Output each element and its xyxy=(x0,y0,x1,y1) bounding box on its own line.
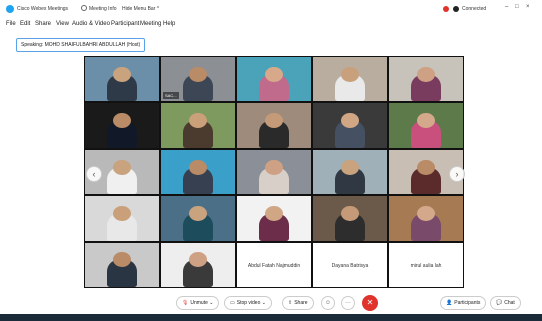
speaking-indicator: Speaking: MOHD SHAIFULBAHRI ABDULLAH (Ho… xyxy=(16,38,146,52)
participant-tile-no-video[interactable]: mirul aulia lah xyxy=(389,242,463,287)
participant-face xyxy=(265,113,283,129)
person-icon: 👤 xyxy=(446,300,453,306)
video-grid: SAC... Abdul Fatah Najmuddin Dayana Batris… xyxy=(84,56,464,288)
participant-video-tile[interactable] xyxy=(237,57,311,102)
close-icon: ✕ xyxy=(366,298,374,307)
microphone-muted-icon: 🎙 xyxy=(182,300,189,306)
share-icon: ⇧ xyxy=(288,300,293,306)
participant-video-tile[interactable] xyxy=(85,103,159,148)
participant-face xyxy=(113,205,131,222)
participant-video-tile[interactable] xyxy=(389,196,463,241)
participant-face xyxy=(189,159,207,175)
chat-button[interactable]: 💬 Chat xyxy=(490,296,521,310)
chat-icon: 💬 xyxy=(496,300,503,306)
participant-face xyxy=(417,66,435,82)
info-icon[interactable] xyxy=(81,5,87,11)
app-title: Cisco Webex Meetings xyxy=(17,6,69,12)
record-icon xyxy=(443,6,449,12)
participant-face xyxy=(265,159,283,175)
participant-video-tile[interactable] xyxy=(161,103,235,148)
participant-face xyxy=(113,159,131,175)
previous-page-button[interactable]: ‹ xyxy=(86,166,102,182)
menu-audio-video[interactable]: Audio & Video xyxy=(72,21,110,27)
participant-face xyxy=(265,205,283,222)
unmute-label: Unmute xyxy=(190,300,208,306)
menu-participant[interactable]: Participant xyxy=(111,21,139,27)
participant-face xyxy=(341,205,359,222)
more-options-button[interactable]: ··· xyxy=(341,296,355,310)
participant-face xyxy=(341,159,359,175)
menu-help[interactable]: Help xyxy=(163,21,175,27)
meeting-info-button[interactable]: Meeting Info xyxy=(89,6,117,12)
participant-name: Dayana Batrisya xyxy=(331,262,369,269)
hide-menu-bar-button[interactable]: Hide Menu Bar ^ xyxy=(122,6,159,12)
connection-status: Connected xyxy=(462,6,487,12)
title-bar: Cisco Webex Meetings Meeting Info Hide M… xyxy=(0,0,542,18)
participant-face xyxy=(113,113,131,129)
participant-video-tile[interactable] xyxy=(161,242,235,287)
participant-face xyxy=(189,205,207,222)
end-meeting-button[interactable]: ✕ xyxy=(362,295,378,311)
participant-video-tile[interactable] xyxy=(85,57,159,102)
meeting-controls: 🎙 Unmute ⌄ ▭ Stop video ⌄ ⇧ Share ☺ ··· ✕ 👤… xyxy=(0,292,542,314)
participants-label: Participants xyxy=(454,300,481,306)
participant-face xyxy=(189,66,207,82)
close-button[interactable]: × xyxy=(526,4,530,10)
share-label: Share xyxy=(294,300,308,306)
next-page-button[interactable]: › xyxy=(449,166,465,182)
menu-view[interactable]: View xyxy=(56,21,69,27)
participant-name: mirul aulia lah xyxy=(410,262,442,269)
more-icon: ··· xyxy=(345,300,351,306)
unmute-button[interactable]: 🎙 Unmute ⌄ xyxy=(176,296,220,310)
participant-video-tile[interactable] xyxy=(313,57,387,102)
participant-face xyxy=(341,66,359,82)
stop-video-label: Stop video xyxy=(236,300,261,306)
participant-face xyxy=(189,113,207,129)
participant-video-tile[interactable] xyxy=(237,196,311,241)
participant-video-tile[interactable]: SAC... xyxy=(161,57,235,102)
participant-face xyxy=(341,113,359,129)
share-button[interactable]: ⇧ Share xyxy=(282,296,314,310)
camera-icon: ▭ xyxy=(230,300,235,306)
maximize-button[interactable]: □ xyxy=(515,4,519,10)
participant-face xyxy=(417,205,435,222)
minimize-button[interactable]: – xyxy=(505,4,508,10)
participant-video-tile[interactable] xyxy=(313,149,387,195)
menu-edit[interactable]: Edit xyxy=(20,21,30,27)
menu-share[interactable]: Share xyxy=(35,21,51,27)
participant-video-tile[interactable] xyxy=(313,196,387,241)
participant-video-tile[interactable] xyxy=(389,57,463,102)
menu-bar: File Edit Share View Audio & Video Parti… xyxy=(0,18,542,32)
participant-tile-no-video[interactable]: Abdul Fatah Najmuddin xyxy=(237,242,311,287)
participant-video-tile[interactable] xyxy=(313,103,387,148)
stop-video-button[interactable]: ▭ Stop video ⌄ xyxy=(224,296,272,310)
menu-file[interactable]: File xyxy=(6,21,16,27)
participant-face xyxy=(265,66,283,82)
participant-video-tile[interactable] xyxy=(389,103,463,148)
participant-video-tile[interactable] xyxy=(85,242,159,287)
menu-meeting[interactable]: Meeting xyxy=(140,21,161,27)
participant-name-label: SAC... xyxy=(163,92,179,100)
participant-video-tile[interactable] xyxy=(85,196,159,241)
participant-video-tile[interactable] xyxy=(237,103,311,148)
connection-icon xyxy=(453,6,459,12)
chat-label: Chat xyxy=(504,300,515,306)
os-taskbar xyxy=(0,314,542,321)
smiley-icon: ☺ xyxy=(324,300,332,306)
participants-button[interactable]: 👤 Participants xyxy=(440,296,487,310)
participant-face xyxy=(417,113,435,129)
reactions-button[interactable]: ☺ xyxy=(321,296,335,310)
participant-face xyxy=(417,159,435,175)
participant-name: Abdul Fatah Najmuddin xyxy=(247,262,301,269)
webex-logo-icon xyxy=(6,5,14,13)
participant-video-tile[interactable] xyxy=(161,196,235,241)
participant-video-tile[interactable] xyxy=(161,149,235,195)
participant-face xyxy=(113,66,131,82)
participant-video-tile[interactable] xyxy=(237,149,311,195)
participant-tile-no-video[interactable]: Dayana Batrisya xyxy=(313,242,387,287)
